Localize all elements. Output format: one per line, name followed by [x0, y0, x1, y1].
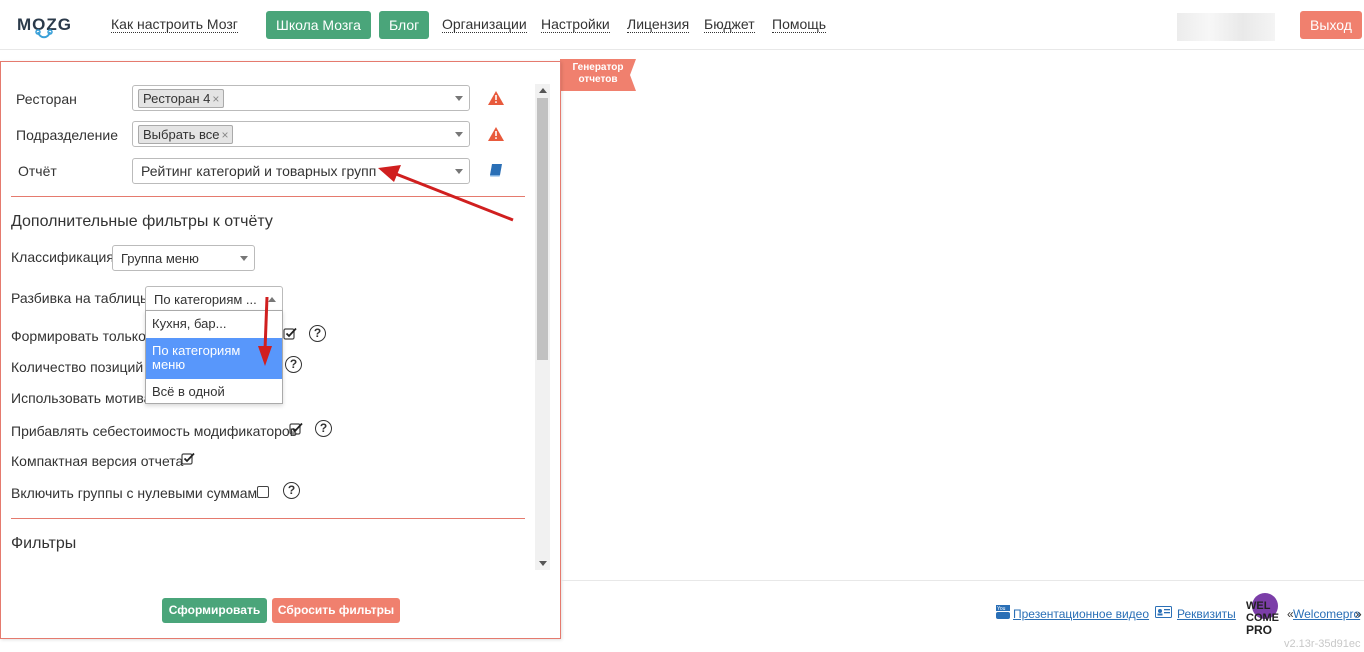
compact-version-label: Компактная версия отчета: [11, 453, 184, 469]
top-header: MOZG Как настроить Мозг Школа Мозга Блог…: [0, 0, 1364, 50]
tab-tag-line1: Генератор: [572, 62, 624, 73]
restaurant-chip-text: Ресторан 4: [143, 91, 211, 106]
nav-how-to-setup[interactable]: Как настроить Мозг: [111, 16, 238, 33]
welcomepro-quote-close: »: [1355, 607, 1362, 621]
split-tables-label: Разбивка на таблицы: [11, 290, 151, 306]
report-label: Отчёт: [18, 163, 57, 179]
svg-text:You: You: [997, 606, 1006, 612]
svg-text:WEL: WEL: [1246, 600, 1271, 612]
chevron-down-icon: [240, 256, 248, 261]
scroll-down-icon[interactable]: [539, 561, 547, 566]
report-select[interactable]: Рейтинг категорий и товарных групп: [132, 158, 470, 184]
nav-help[interactable]: Помощь: [772, 16, 827, 33]
tab-tag-text: Генератор отчетов: [560, 62, 636, 86]
panel-scrollbar[interactable]: [535, 84, 550, 570]
mozg-logo[interactable]: MOZG: [16, 12, 78, 40]
presentation-video-link[interactable]: Презентационное видео: [1013, 607, 1149, 621]
split-option-kitchen-bar[interactable]: Кухня, бар...: [146, 317, 282, 331]
logout-button[interactable]: Выход: [1300, 11, 1362, 39]
youtube-icon[interactable]: You: [996, 605, 1010, 619]
split-tables-select-value: По категориям ...: [154, 292, 257, 307]
nav-budget[interactable]: Бюджет: [704, 16, 755, 33]
build-report-button[interactable]: Сформировать: [162, 598, 267, 623]
warning-icon: [488, 127, 504, 141]
restaurant-select[interactable]: Ресторан 4 ×: [132, 85, 470, 111]
nav-settings[interactable]: Настройки: [541, 16, 610, 33]
book-icon[interactable]: [489, 163, 503, 177]
nav-license[interactable]: Лицензия: [627, 16, 690, 33]
department-chip-text: Выбрать все: [143, 127, 220, 142]
tab-tag-line2: отчетов: [578, 74, 618, 85]
help-icon[interactable]: ?: [309, 325, 326, 342]
id-card-icon[interactable]: [1155, 606, 1172, 618]
add-modifier-cost-label: Прибавлять себестоимость модификаторов: [11, 423, 298, 439]
classification-label: Классификация: [11, 249, 114, 265]
nav-blog-button[interactable]: Блог: [379, 11, 430, 39]
checkbox-checked-icon[interactable]: [289, 422, 303, 436]
restaurant-label: Ресторан: [16, 91, 77, 107]
positions-count-label: Количество позиций м: [11, 359, 157, 375]
svg-text:MOZG: MOZG: [17, 15, 72, 34]
svg-text:PRO: PRO: [1246, 623, 1272, 637]
settings-scroll-area: Ресторан Ресторан 4 × Подразделение Выбра…: [1, 62, 550, 570]
chevron-down-icon: [455, 96, 463, 101]
classification-select-value: Группа меню: [121, 251, 199, 266]
user-name-blurred: [1177, 13, 1275, 41]
zero-groups-label: Включить группы с нулевыми суммами: [11, 485, 265, 501]
split-tables-dropdown: Кухня, бар... По категориям меню Всё в о…: [145, 310, 283, 404]
help-icon[interactable]: ?: [283, 482, 300, 499]
section-divider: [11, 518, 525, 519]
filters-title: Фильтры: [11, 535, 77, 552]
report-generator-tab[interactable]: Генератор отчетов: [560, 59, 636, 91]
help-icon[interactable]: ?: [315, 420, 332, 437]
welcomepro-link[interactable]: Welcomepro: [1293, 607, 1360, 621]
use-motivation-label: Использовать мотива: [11, 390, 152, 406]
help-icon[interactable]: ?: [285, 356, 302, 373]
section-divider: [11, 196, 525, 197]
zero-groups-checkbox[interactable]: [257, 486, 269, 498]
scroll-up-icon[interactable]: [539, 88, 547, 93]
requisites-link[interactable]: Реквизиты: [1177, 607, 1236, 621]
classification-select[interactable]: Группа меню: [112, 245, 255, 271]
chevron-up-icon: [268, 297, 276, 302]
nav-school-button[interactable]: Школа Мозга: [266, 11, 371, 39]
footer-divider: [561, 580, 1364, 581]
department-chip: Выбрать все ×: [138, 125, 234, 144]
split-option-all-in-one[interactable]: Всё в одной: [146, 385, 282, 399]
restaurant-chip: Ресторан 4 ×: [138, 89, 225, 108]
department-label: Подразделение: [16, 127, 119, 143]
form-only-label: Формировать только в: [11, 328, 158, 344]
welcomepro-logo: WEL COME PRO: [1246, 593, 1279, 637]
checkbox-checked-icon[interactable]: [283, 327, 297, 341]
department-chip-remove-icon[interactable]: ×: [221, 128, 228, 142]
restaurant-chip-remove-icon[interactable]: ×: [212, 92, 219, 106]
nav-organizations[interactable]: Организации: [442, 16, 527, 33]
warning-icon: [488, 91, 504, 105]
extra-filters-title: Дополнительные фильтры к отчёту: [11, 213, 273, 230]
chevron-down-icon: [455, 132, 463, 137]
reset-filters-button[interactable]: Сбросить фильтры: [272, 598, 400, 623]
split-option-by-categories[interactable]: По категориям меню: [146, 338, 282, 379]
scroll-thumb[interactable]: [537, 98, 548, 360]
checkbox-checked-icon[interactable]: [181, 452, 195, 466]
app-version: v2.13r-35d91ec: [1284, 638, 1361, 650]
report-settings-panel: Ресторан Ресторан 4 × Подразделение Выбра…: [0, 61, 561, 639]
department-select[interactable]: Выбрать все ×: [132, 121, 470, 147]
report-select-value: Рейтинг категорий и товарных групп: [141, 163, 377, 179]
split-tables-select[interactable]: По категориям ...: [145, 286, 283, 312]
chevron-down-icon: [455, 169, 463, 174]
